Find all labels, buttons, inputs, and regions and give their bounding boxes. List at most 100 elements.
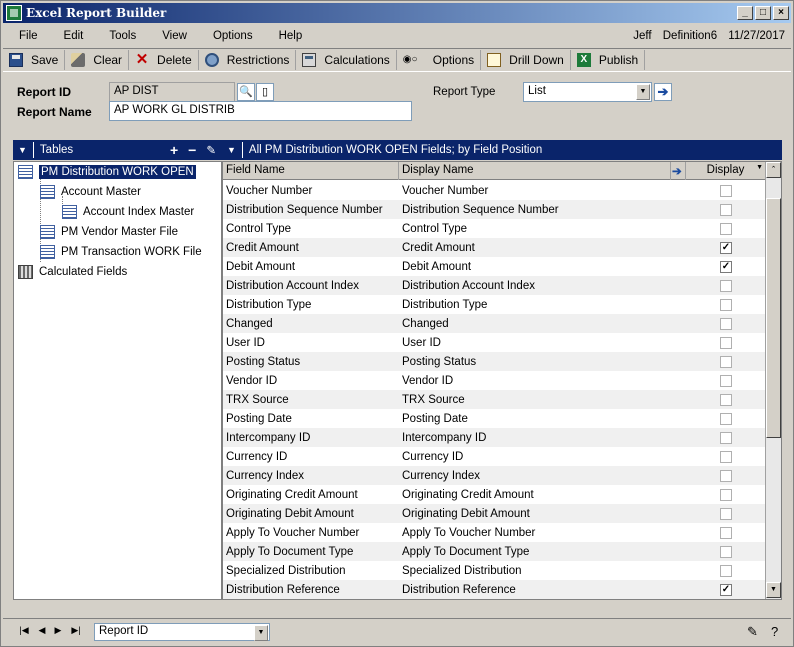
title-bar[interactable]: Excel Report Builder _ □ ×: [3, 3, 791, 23]
display-checkbox[interactable]: [720, 545, 732, 558]
scroll-down-button[interactable]: ▼: [766, 582, 781, 598]
display-checkbox[interactable]: [720, 336, 732, 349]
display-name-cell[interactable]: Distribution Sequence Number: [399, 204, 686, 216]
report-type-expand-button[interactable]: ➔: [654, 83, 672, 101]
display-checkbox[interactable]: [720, 279, 732, 292]
table-row[interactable]: Vendor ID Vendor ID: [223, 371, 766, 390]
display-checkbox[interactable]: [720, 469, 732, 482]
display-name-cell[interactable]: Debit Amount: [399, 261, 686, 273]
display-checkbox[interactable]: [720, 412, 732, 425]
column-header-display-name[interactable]: Display Name: [399, 162, 671, 180]
table-row[interactable]: Distribution Reference Distribution Refer…: [223, 580, 766, 599]
table-row[interactable]: Credit Amount Credit Amount ✓: [223, 238, 766, 257]
display-checkbox[interactable]: [720, 317, 732, 330]
display-checkbox[interactable]: [720, 526, 732, 539]
report-type-select[interactable]: List ▼: [523, 82, 652, 102]
table-row[interactable]: Distribution Type Distribution Type: [223, 295, 766, 314]
display-name-cell[interactable]: Distribution Account Index: [399, 280, 686, 292]
table-row[interactable]: User ID User ID: [223, 333, 766, 352]
display-name-cell[interactable]: Originating Debit Amount: [399, 508, 686, 520]
table-row[interactable]: Originating Debit Amount Originating Debi…: [223, 504, 766, 523]
display-checkbox[interactable]: [720, 298, 732, 311]
menu-options[interactable]: Options: [199, 30, 265, 42]
column-header-field-name[interactable]: Field Name: [223, 162, 399, 180]
table-row[interactable]: Posting Status Posting Status: [223, 352, 766, 371]
display-name-cell[interactable]: Control Type: [399, 223, 686, 235]
options-button[interactable]: ◉○ Options: [397, 50, 482, 70]
previous-record-icon[interactable]: ◀: [35, 625, 49, 636]
display-name-cell[interactable]: Specialized Distribution: [399, 565, 686, 577]
table-row[interactable]: Control Type Control Type: [223, 219, 766, 238]
display-checkbox[interactable]: [720, 374, 732, 387]
display-checkbox[interactable]: ✓: [720, 260, 732, 273]
table-row[interactable]: Changed Changed: [223, 314, 766, 333]
display-name-cell[interactable]: Apply To Voucher Number: [399, 527, 686, 539]
scroll-top-button[interactable]: ⌃: [766, 162, 781, 178]
delete-button[interactable]: ✕ Delete: [129, 50, 199, 70]
display-name-cell[interactable]: User ID: [399, 337, 686, 349]
display-checkbox[interactable]: [720, 488, 732, 501]
table-row[interactable]: Specialized Distribution Specialized Dist…: [223, 561, 766, 580]
display-name-cell[interactable]: Posting Date: [399, 413, 686, 425]
display-checkbox[interactable]: ✓: [720, 241, 732, 254]
add-table-button[interactable]: +: [170, 142, 178, 158]
display-name-cell[interactable]: Currency Index: [399, 470, 686, 482]
display-name-cell[interactable]: Intercompany ID: [399, 432, 686, 444]
display-checkbox[interactable]: [720, 222, 732, 235]
save-button[interactable]: Save: [3, 50, 66, 70]
menu-tools[interactable]: Tools: [95, 30, 148, 42]
table-row[interactable]: Currency ID Currency ID: [223, 447, 766, 466]
display-checkbox[interactable]: [720, 450, 732, 463]
display-name-cell[interactable]: Apply To Document Type: [399, 546, 686, 558]
new-note-button[interactable]: ▯: [256, 83, 274, 101]
collapse-chevron-icon[interactable]: ▼: [227, 145, 236, 155]
display-name-cell[interactable]: Credit Amount: [399, 242, 686, 254]
vertical-scrollbar[interactable]: ⌃ ▼: [765, 162, 781, 599]
help-icon[interactable]: ?: [771, 624, 778, 639]
publish-button[interactable]: X Publish: [571, 50, 646, 70]
table-row[interactable]: Distribution Account Index Distribution A…: [223, 276, 766, 295]
sort-arrow-icon[interactable]: ▼: [756, 164, 763, 171]
table-row[interactable]: Apply To Voucher Number Apply To Voucher …: [223, 523, 766, 542]
display-name-cell[interactable]: Currency ID: [399, 451, 686, 463]
clear-button[interactable]: Clear: [65, 50, 130, 70]
drill-down-button[interactable]: Drill Down: [481, 50, 571, 70]
display-name-cell[interactable]: Originating Credit Amount: [399, 489, 686, 501]
menu-view[interactable]: View: [148, 30, 199, 42]
menu-help[interactable]: Help: [265, 30, 315, 42]
edit-table-button[interactable]: ✎: [206, 143, 216, 157]
calculations-button[interactable]: Calculations: [296, 50, 397, 70]
tree-item-calculated-fields[interactable]: Calculated Fields: [18, 263, 127, 281]
display-checkbox[interactable]: [720, 431, 732, 444]
display-checkbox[interactable]: [720, 203, 732, 216]
tree-item-account-index-master[interactable]: Account Index Master: [62, 203, 194, 221]
table-row[interactable]: Currency Index Currency Index: [223, 466, 766, 485]
menu-edit[interactable]: Edit: [50, 30, 96, 42]
table-row[interactable]: Voucher Number Voucher Number: [223, 181, 766, 200]
table-row[interactable]: Distribution Sequence Number Distribution…: [223, 200, 766, 219]
sort-by-select[interactable]: Report ID ▼: [94, 623, 270, 641]
tree-item-pm-distribution-work-open[interactable]: PM Distribution WORK OPEN: [18, 163, 196, 181]
minimize-button[interactable]: _: [737, 6, 753, 20]
column-header-display[interactable]: Display ▼: [686, 162, 766, 180]
display-name-cell[interactable]: Changed: [399, 318, 686, 330]
first-record-icon[interactable]: |◀: [17, 625, 31, 636]
dropdown-arrow-icon[interactable]: ▼: [254, 625, 268, 641]
menu-file[interactable]: File: [3, 30, 50, 42]
display-checkbox[interactable]: [720, 507, 732, 520]
table-row[interactable]: TRX Source TRX Source: [223, 390, 766, 409]
maximize-button[interactable]: □: [755, 6, 771, 20]
display-checkbox[interactable]: [720, 184, 732, 197]
next-record-icon[interactable]: ▶: [51, 625, 65, 636]
restrictions-button[interactable]: Restrictions: [199, 50, 297, 70]
display-name-cell[interactable]: Vendor ID: [399, 375, 686, 387]
report-id-field[interactable]: AP DIST: [109, 82, 235, 102]
display-name-cell[interactable]: Voucher Number: [399, 185, 686, 197]
tree-item-pm-transaction-work-file[interactable]: PM Transaction WORK File: [40, 243, 202, 261]
display-checkbox[interactable]: [720, 393, 732, 406]
display-name-cell[interactable]: Distribution Type: [399, 299, 686, 311]
note-icon[interactable]: ✎: [747, 624, 758, 640]
dropdown-arrow-icon[interactable]: ▼: [636, 84, 650, 100]
display-checkbox[interactable]: ✓: [720, 583, 732, 596]
collapse-chevron-icon[interactable]: ▼: [18, 145, 27, 155]
